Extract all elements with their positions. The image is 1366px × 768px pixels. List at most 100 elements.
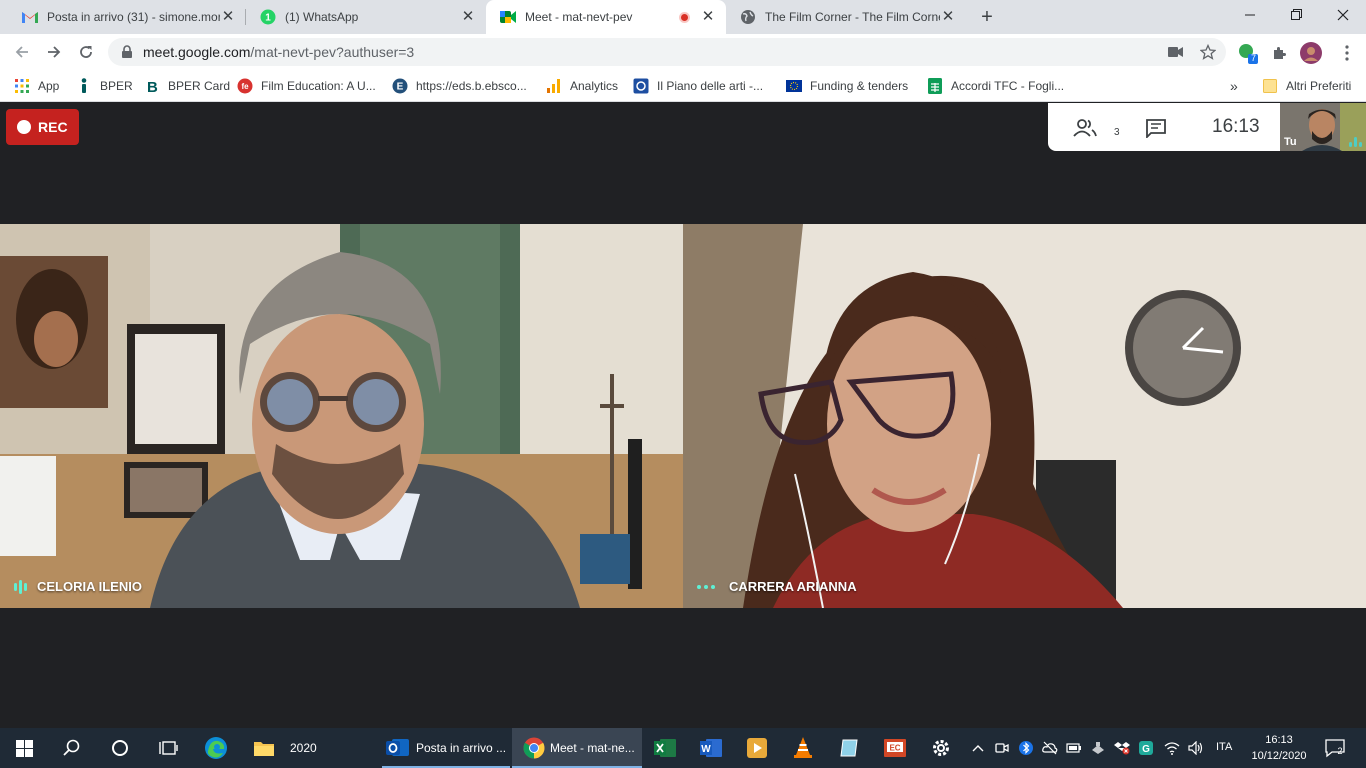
gear-icon (933, 740, 949, 756)
menu-kebab-icon[interactable] (1336, 42, 1358, 64)
tab-whatsapp[interactable]: 1 (1) WhatsApp ✕ (246, 0, 486, 34)
media-player-pinned[interactable] (734, 728, 780, 768)
word-pinned[interactable]: W (688, 728, 734, 768)
note-app-pinned[interactable] (826, 728, 872, 768)
bluetooth-icon[interactable] (1018, 740, 1034, 756)
participant-name: CELORIA ILENIO (37, 579, 142, 594)
tab-gmail[interactable]: Posta in arrivo (31) - simone.mor ✕ (8, 0, 246, 34)
usb-device-icon[interactable] (1090, 740, 1106, 756)
recording-badge[interactable]: REC (6, 109, 79, 145)
close-icon[interactable]: ✕ (460, 9, 476, 25)
camera-icon[interactable] (1164, 40, 1188, 64)
new-tab-button[interactable]: + (976, 6, 998, 28)
volume-icon[interactable] (1188, 740, 1204, 756)
url-host: meet.google.com (143, 44, 251, 60)
bookmark-label: Il Piano delle arti -... (657, 79, 764, 93)
recording-indicator-icon (679, 11, 690, 23)
word-icon: W (700, 739, 722, 757)
gmail-icon (22, 9, 38, 25)
start-button[interactable] (0, 728, 48, 768)
participants-button[interactable]: 3 (1072, 115, 1120, 141)
taskbar-app-label: Posta in arrivo ... (416, 741, 507, 755)
tab-meet[interactable]: Meet - mat-nevt-pev ✕ (486, 0, 726, 34)
close-window-button[interactable] (1320, 0, 1366, 30)
participant-video (0, 224, 683, 608)
settings-pinned[interactable] (918, 728, 964, 768)
svg-text:E: E (397, 82, 404, 93)
apps-grid-icon (14, 78, 30, 94)
taskbar-app-outlook[interactable]: Posta in arrivo ... (382, 728, 510, 768)
g-app-icon[interactable]: G (1138, 740, 1154, 756)
task-view-icon (159, 741, 178, 755)
chat-button[interactable] (1142, 115, 1170, 141)
self-view-tile[interactable]: Tu (1280, 103, 1366, 151)
svg-text:fe: fe (241, 82, 249, 91)
bookmark-bper[interactable]: BPER (76, 76, 133, 96)
other-bookmarks-folder[interactable]: Altri Preferiti (1262, 76, 1351, 96)
back-button[interactable] (10, 40, 34, 64)
bookmark-ebsco[interactable]: E https://eds.b.ebsco... (392, 76, 527, 96)
outlook-icon (386, 736, 410, 760)
excel-pinned[interactable] (642, 728, 688, 768)
forward-button[interactable] (42, 40, 66, 64)
close-icon[interactable]: ✕ (700, 9, 716, 25)
chevron-up-icon[interactable] (970, 740, 986, 756)
task-view-button[interactable] (144, 728, 192, 768)
profile-avatar[interactable] (1300, 42, 1322, 64)
bookmark-funding-tenders[interactable]: Funding & tenders (786, 76, 908, 96)
extension-badge-icon[interactable]: 7 (1236, 42, 1258, 64)
reload-icon (80, 46, 92, 58)
participant-tile[interactable]: CARRERA ARIANNA (683, 224, 1366, 608)
search-icon (63, 739, 80, 756)
presentation-icon: EC (884, 739, 906, 757)
search-button[interactable] (48, 728, 96, 768)
taskbar-app-folder[interactable]: 2020 (240, 728, 374, 768)
bookmark-piano-arti[interactable]: Il Piano delle arti -... (633, 76, 763, 96)
excel-icon (654, 739, 676, 757)
system-clock[interactable]: 16:13 10/12/2020 (1246, 732, 1312, 764)
recording-label: REC (38, 119, 68, 135)
dropbox-error-icon[interactable] (1114, 740, 1130, 756)
speaking-indicator-icon (14, 579, 27, 594)
arrow-left-icon (15, 46, 28, 58)
screen: Posta in arrivo (31) - simone.mor ✕ 1 (1… (0, 0, 1366, 768)
reload-button[interactable] (74, 40, 98, 64)
cloud-off-icon[interactable] (1042, 740, 1058, 756)
bookmark-apps[interactable]: App (14, 76, 59, 96)
bookmark-star-icon[interactable] (1196, 40, 1220, 64)
bookmark-accordi-tfc[interactable]: Accordi TFC - Fogli... (927, 76, 1064, 96)
tab-film-corner[interactable]: The Film Corner - The Film Corne ✕ (726, 0, 966, 34)
address-bar[interactable]: meet.google.com/mat-nevt-pev?authuser=3 (108, 38, 1226, 66)
bookmark-label: Film Education: A U... (261, 79, 376, 93)
edge-button[interactable] (192, 728, 240, 768)
svg-text:B: B (147, 79, 158, 93)
bookmark-bper-card[interactable]: B BPER Card (144, 76, 230, 96)
close-icon[interactable]: ✕ (220, 9, 236, 25)
participant-tile[interactable]: CELORIA ILENIO (0, 224, 683, 608)
cortana-button[interactable] (96, 728, 144, 768)
close-icon[interactable]: ✕ (940, 9, 956, 25)
battery-icon[interactable] (1066, 740, 1082, 756)
bookmark-label: BPER Card (168, 79, 231, 93)
bookmark-analytics[interactable]: Analytics (546, 76, 618, 96)
minimize-button[interactable] (1228, 0, 1274, 30)
lock-icon (122, 45, 132, 58)
system-date: 10/12/2020 (1251, 750, 1307, 762)
restore-button[interactable] (1274, 0, 1320, 30)
meet-tray-icon[interactable] (994, 740, 1010, 756)
taskbar-app-chrome[interactable]: Meet - mat-ne... (512, 728, 642, 768)
mic-activity-icon (1349, 137, 1362, 147)
media-player-icon (747, 738, 767, 758)
chrome-icon (522, 736, 546, 760)
vlc-pinned[interactable] (780, 728, 826, 768)
meeting-clock: 16:13 (1212, 116, 1260, 137)
bper-b-icon: B (144, 78, 160, 94)
participant-name-label: CARRERA ARIANNA (697, 579, 857, 594)
input-language[interactable]: ITA (1216, 741, 1232, 753)
meet-icon (500, 9, 516, 25)
extensions-puzzle-icon[interactable] (1268, 42, 1290, 64)
bookmark-film-education[interactable]: fe Film Education: A U... (237, 76, 376, 96)
powerpoint-pinned[interactable]: EC (872, 728, 918, 768)
bookmarks-overflow-button[interactable]: » (1230, 76, 1238, 96)
wifi-icon[interactable] (1164, 740, 1180, 756)
